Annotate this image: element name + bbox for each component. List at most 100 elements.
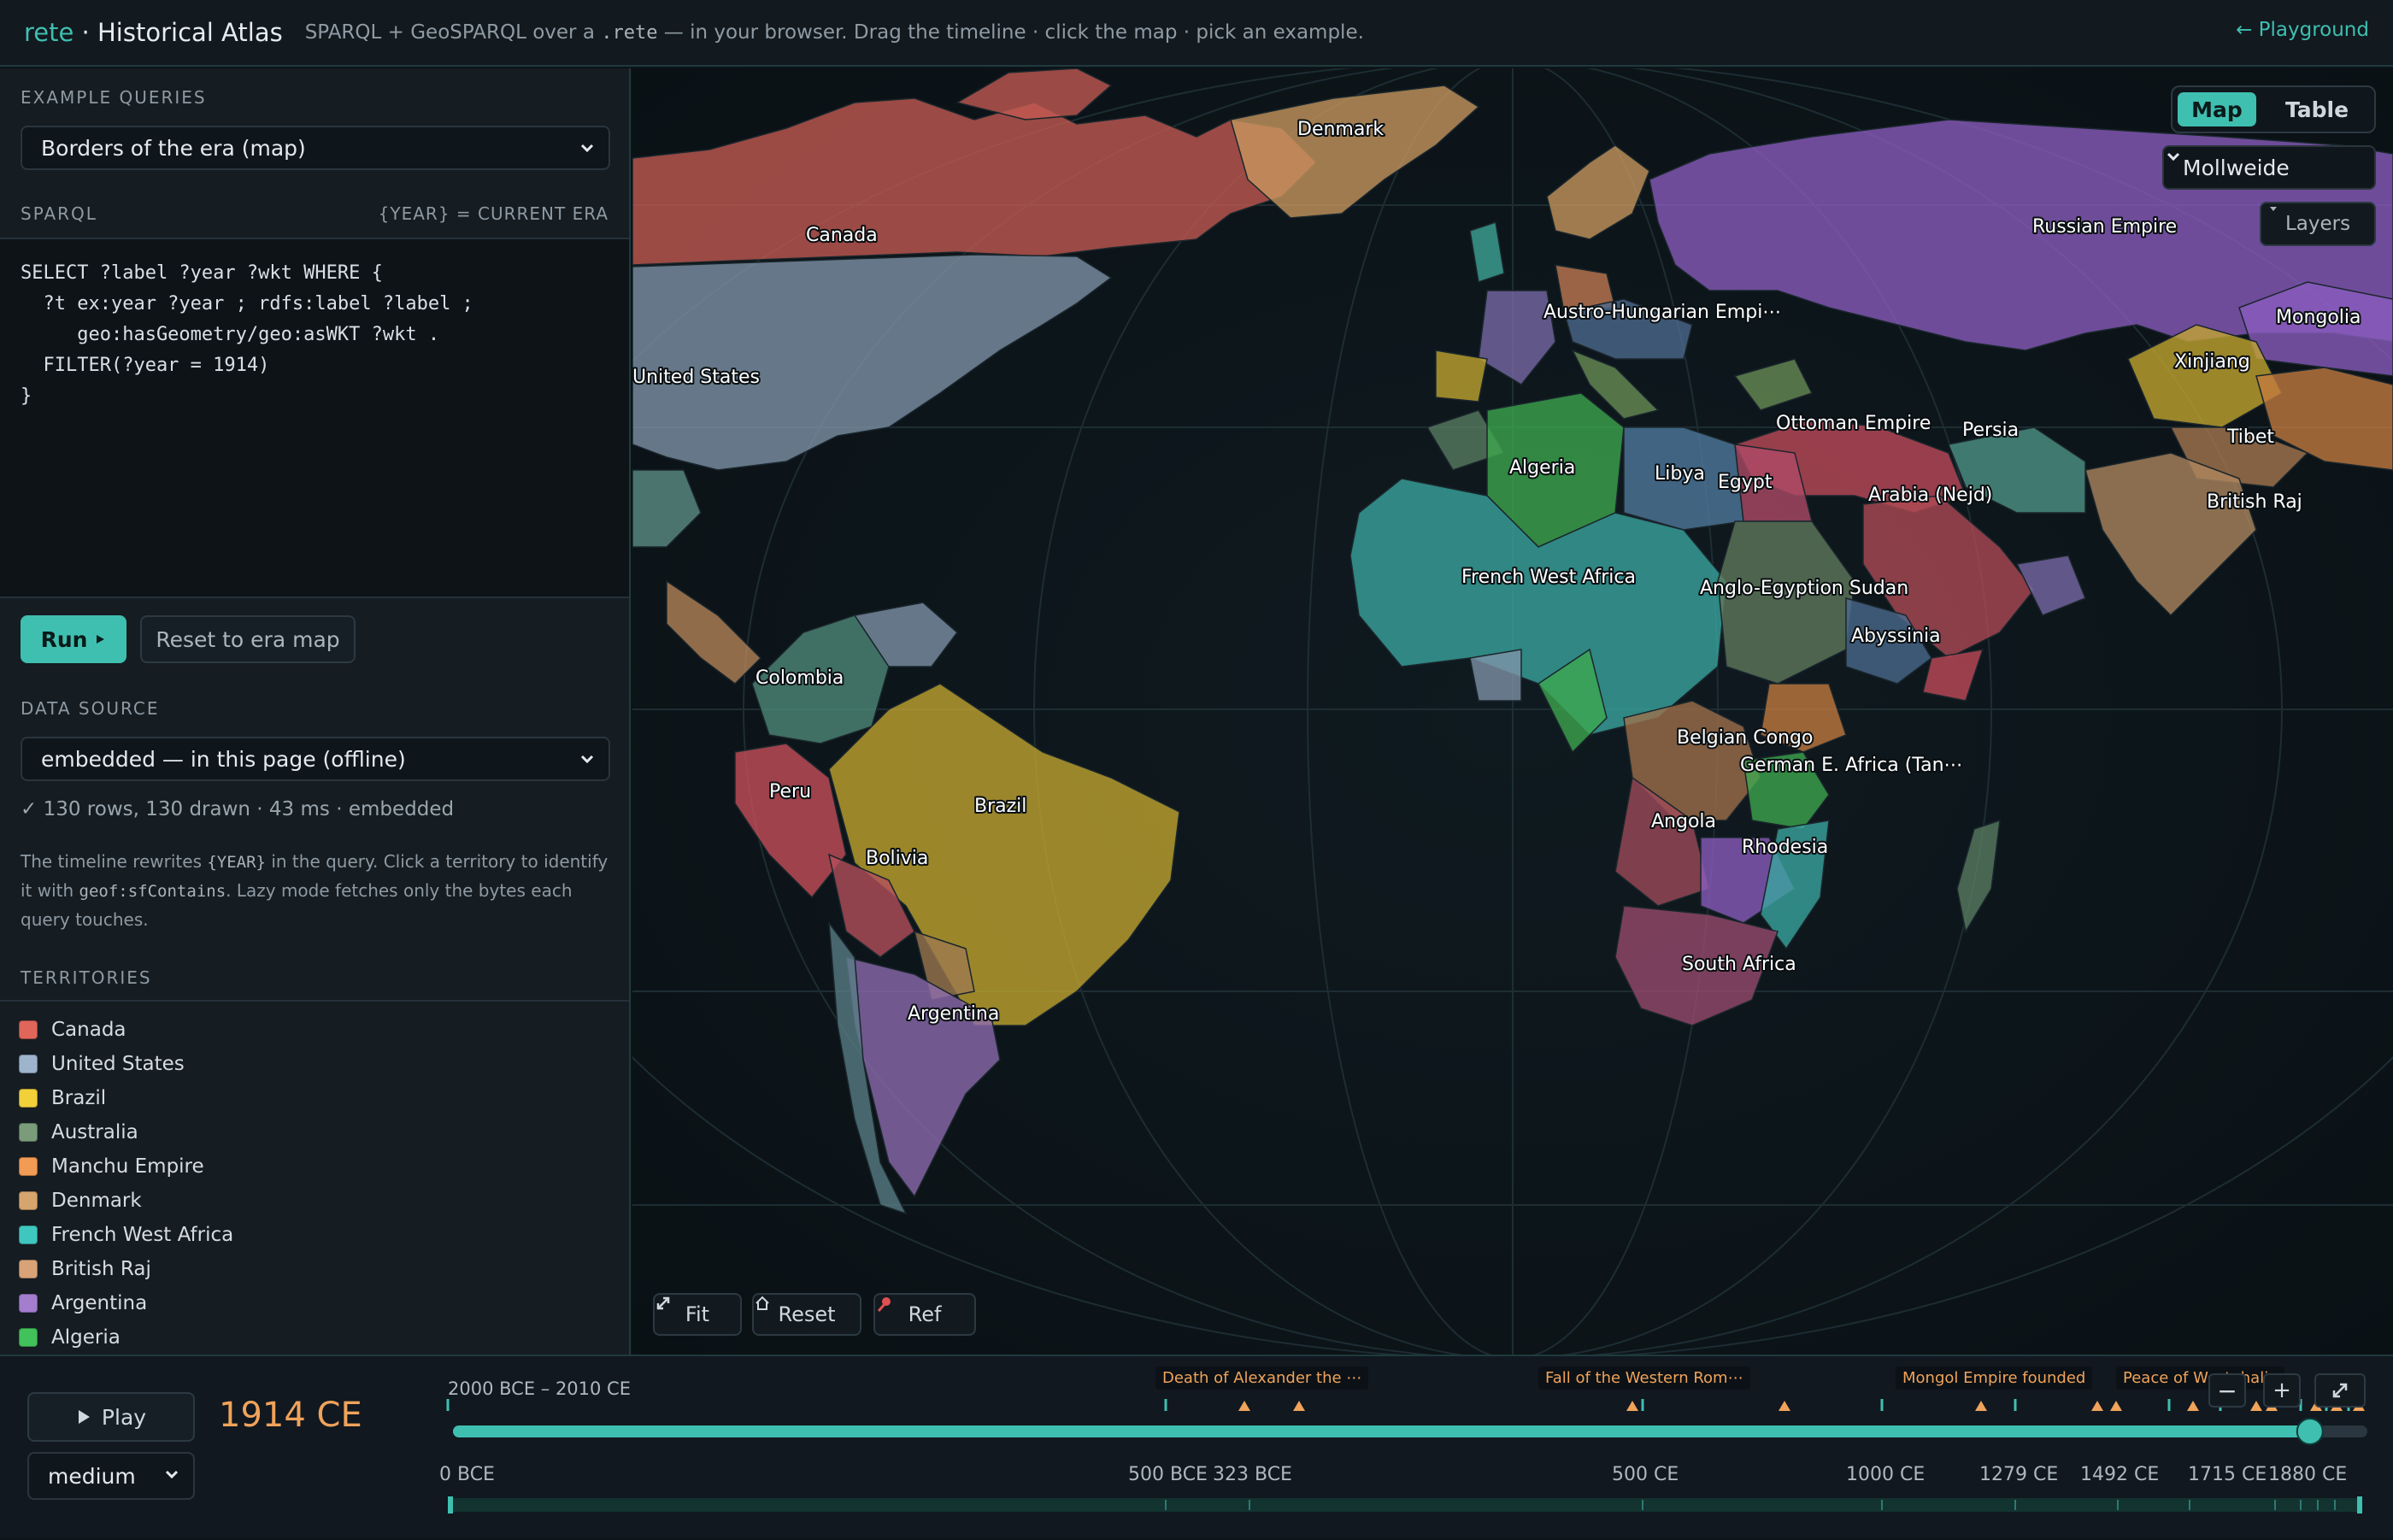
- tab-table[interactable]: Table: [2267, 92, 2367, 126]
- subtitle-code: .rete: [601, 22, 658, 44]
- brand-separator: ·: [73, 18, 97, 47]
- chevron-down-icon: [580, 755, 594, 764]
- reset-era-button[interactable]: Reset to era map: [140, 615, 356, 663]
- overview-track[interactable]: [448, 1498, 2362, 1512]
- page-title: Historical Atlas: [97, 18, 283, 47]
- run-label: Run: [40, 626, 88, 652]
- event-marker[interactable]: [1626, 1401, 1638, 1411]
- sidebar: EXAMPLE QUERIES Borders of the era (map)…: [0, 68, 631, 1355]
- legend-label: British Raj: [51, 1258, 151, 1280]
- legend-swatch: [19, 1294, 38, 1313]
- map-label: Mongolia: [2276, 307, 2361, 328]
- legend-item-united-states[interactable]: United States: [19, 1053, 185, 1075]
- example-query-value: Borders of the era (map): [41, 135, 306, 161]
- event-marker[interactable]: [1238, 1401, 1250, 1411]
- ref-label: Ref: [908, 1302, 942, 1326]
- play-triangle-icon: [97, 635, 105, 644]
- example-query-select[interactable]: Borders of the era (map): [21, 126, 610, 170]
- map-label: Colombia: [756, 667, 844, 689]
- territory-gold-coast[interactable]: [1469, 649, 1522, 702]
- map-label: Angola: [1651, 811, 1716, 832]
- axis-label: 323 BCE: [1213, 1464, 1292, 1485]
- slider-thumb[interactable]: [2296, 1418, 2324, 1445]
- query-line: FILTER(?year = 1914): [21, 355, 270, 376]
- axis-label: 500 BCE: [1128, 1464, 1208, 1485]
- fit-button[interactable]: Fit: [653, 1293, 742, 1336]
- legend-item-argentina[interactable]: Argentina: [19, 1292, 147, 1314]
- legend-swatch: [19, 1020, 38, 1039]
- legend-label: French West Africa: [51, 1224, 234, 1246]
- legend-item-algeria[interactable]: Algeria: [19, 1326, 121, 1349]
- help-text: The timeline rewrites {YEAR} in the quer…: [21, 848, 610, 934]
- map-label: Libya: [1655, 463, 1705, 485]
- event-marker[interactable]: [2110, 1401, 2122, 1411]
- map-label: Canada: [806, 225, 878, 246]
- axis-label: 500 CE: [1612, 1464, 1679, 1485]
- legend-item-french-west-africa[interactable]: French West Africa: [19, 1224, 233, 1246]
- map-label: South Africa: [1682, 954, 1796, 975]
- data-source-label: DATA SOURCE: [21, 698, 160, 719]
- map-label: Abyssinia: [1851, 626, 1941, 647]
- view-toggle: Map Table: [2171, 85, 2376, 133]
- legend-item-denmark[interactable]: Denmark: [19, 1190, 142, 1212]
- legend-swatch: [19, 1191, 38, 1210]
- overview-handle-left[interactable]: [448, 1496, 453, 1514]
- help-text-part: The timeline rewrites: [21, 851, 208, 872]
- data-source-select[interactable]: embedded — in this page (offline): [21, 737, 610, 781]
- event-marker[interactable]: [2187, 1401, 2199, 1411]
- map-view[interactable]: Denmark Canada Russian Empire Mongolia A…: [632, 68, 2393, 1355]
- legend-item-australia[interactable]: Australia: [19, 1121, 138, 1143]
- projection-select[interactable]: Mollweide: [2162, 145, 2376, 190]
- map-label: Bolivia: [866, 848, 928, 869]
- divider: [0, 1000, 629, 1002]
- zoom-in-button[interactable]: +: [2263, 1373, 2301, 1408]
- legend-item-british-raj[interactable]: British Raj: [19, 1258, 151, 1280]
- slider-fill: [453, 1425, 2310, 1437]
- reset-view-label: Reset: [778, 1302, 836, 1326]
- legend-label: Brazil: [51, 1087, 107, 1109]
- timeline-panel: Play 1914 CE medium 2000 BCE – 2010 CE D…: [0, 1355, 2393, 1538]
- layers-button[interactable]: Layers: [2260, 202, 2376, 246]
- legend-item-manchu-empire[interactable]: Manchu Empire: [19, 1155, 204, 1178]
- timeline-track[interactable]: [0, 1356, 2393, 1540]
- run-button[interactable]: Run: [21, 615, 126, 663]
- minus-icon: −: [2217, 1376, 2237, 1405]
- query-line: ?t ex:year ?year ; rdfs:label ?label ;: [21, 293, 473, 314]
- legend-item-canada[interactable]: Canada: [19, 1019, 126, 1041]
- map-label: Arabia (Nejd): [1868, 485, 1992, 506]
- event-marker[interactable]: [1975, 1401, 1987, 1411]
- axis-label: 0 BCE: [439, 1464, 495, 1485]
- chevron-down-icon: [2167, 152, 2180, 162]
- event-marker[interactable]: [2250, 1401, 2262, 1411]
- sparql-editor[interactable]: SELECT ?label ?year ?wkt WHERE { ?t ex:y…: [0, 238, 629, 598]
- legend-item-brazil[interactable]: Brazil: [19, 1087, 106, 1109]
- playground-link[interactable]: ← Playground: [2236, 19, 2369, 41]
- map-label: Anglo-Egyption Sudan: [1700, 578, 1908, 599]
- zoom-out-button[interactable]: −: [2208, 1373, 2246, 1408]
- fullscreen-button[interactable]: [2314, 1373, 2366, 1408]
- overview-handle-right[interactable]: [2357, 1496, 2362, 1514]
- map-label: Russian Empire: [2032, 216, 2177, 238]
- home-icon: [756, 1296, 769, 1310]
- tab-map[interactable]: Map: [2178, 92, 2256, 126]
- map-label: United States: [632, 367, 760, 388]
- map-label: British Raj: [2207, 491, 2302, 513]
- territory-spain[interactable]: [1435, 350, 1488, 403]
- map-label: Peru: [769, 781, 811, 802]
- reset-view-button[interactable]: Reset: [752, 1293, 861, 1336]
- expand-icon: [2332, 1383, 2348, 1398]
- legend-label: Algeria: [51, 1326, 121, 1349]
- legend-swatch: [19, 1226, 38, 1244]
- ref-button[interactable]: Ref: [873, 1293, 976, 1336]
- axis-label: 1492 CE: [2080, 1464, 2160, 1485]
- map-label: Brazil: [974, 796, 1026, 817]
- event-marker[interactable]: [2091, 1401, 2103, 1411]
- event-marker[interactable]: [1293, 1401, 1305, 1411]
- legend-label: Argentina: [51, 1292, 148, 1314]
- legend-swatch: [19, 1157, 38, 1176]
- event-marker[interactable]: [1779, 1401, 1790, 1411]
- projection-value: Mollweide: [2183, 155, 2290, 180]
- era-ticks: [446, 1399, 2350, 1411]
- world-map[interactable]: Denmark Canada Russian Empire Mongolia A…: [632, 68, 2393, 1355]
- legend-swatch: [19, 1260, 38, 1278]
